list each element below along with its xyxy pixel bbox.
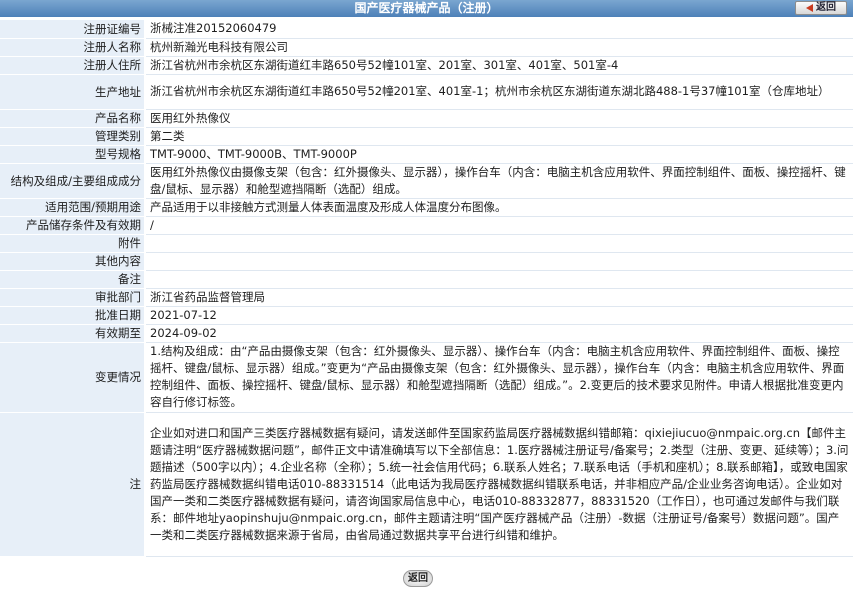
table-row: 结构及组成/主要组成成分 医用红外热像仪由摄像支架（包含：红外摄像头、显示器），…	[0, 163, 853, 199]
row-label: 备注	[0, 270, 146, 289]
back-button-top[interactable]: 返回	[795, 1, 847, 15]
table-row: 变更情况 1.结构及组成：由“产品由摄像支架（包含：红外摄像头、显示器）、操作台…	[0, 342, 853, 413]
back-button-label: 返回	[816, 2, 836, 13]
row-label: 注册人名称	[0, 38, 146, 57]
row-value: 第二类	[145, 127, 853, 146]
table-row: 备注	[0, 270, 853, 289]
row-value: 2021-07-12	[145, 306, 853, 325]
table-row: 其他内容	[0, 252, 853, 271]
row-value: /	[145, 216, 853, 235]
table-row: 型号规格 TMT-9000、TMT-9000B、TMT-9000P	[0, 145, 853, 164]
row-label: 有效期至	[0, 324, 146, 343]
table-row: 注 企业如对进口和国产三类医疗器械数据有疑问，请发送邮件至国家药监局医疗器械数据…	[0, 412, 853, 557]
table-row: 有效期至 2024-09-02	[0, 324, 853, 343]
row-label: 注册人住所	[0, 56, 146, 75]
row-label: 附件	[0, 234, 146, 253]
detail-table: 注册证编号 浙械注准20152060479 注册人名称 杭州新瀚光电科技有限公司…	[0, 20, 853, 557]
row-label: 管理类别	[0, 127, 146, 146]
row-value: 浙械注准20152060479	[145, 20, 853, 39]
row-label: 其他内容	[0, 252, 146, 271]
row-value: 浙江省药品监督管理局	[145, 288, 853, 307]
page-header: 国产医疗器械产品（注册） 返回	[0, 0, 853, 17]
row-value	[145, 234, 853, 253]
row-value	[145, 252, 853, 271]
table-row: 注册证编号 浙械注准20152060479	[0, 20, 853, 39]
table-row: 产品储存条件及有效期 /	[0, 216, 853, 235]
row-label: 生产地址	[0, 74, 146, 110]
row-value: 浙江省杭州市余杭区东湖街道红丰路650号52幢101室、201室、301室、40…	[145, 56, 853, 75]
table-row: 管理类别 第二类	[0, 127, 853, 146]
row-value: 企业如对进口和国产三类医疗器械数据有疑问，请发送邮件至国家药监局医疗器械数据纠错…	[145, 412, 853, 557]
table-row: 注册人住所 浙江省杭州市余杭区东湖街道红丰路650号52幢101室、201室、3…	[0, 56, 853, 75]
back-button-label: 返回	[408, 573, 428, 584]
table-row: 注册人名称 杭州新瀚光电科技有限公司	[0, 38, 853, 57]
row-value: 医用红外热像仪	[145, 109, 853, 128]
row-value: 浙江省杭州市余杭区东湖街道红丰路650号52幢201室、401室-1；杭州市余杭…	[145, 74, 853, 110]
back-arrow-icon	[806, 4, 813, 12]
row-label: 变更情况	[0, 342, 146, 413]
row-value: 杭州新瀚光电科技有限公司	[145, 38, 853, 57]
row-value	[145, 270, 853, 289]
row-value: 2024-09-02	[145, 324, 853, 343]
row-label: 适用范围/预期用途	[0, 198, 146, 217]
table-row: 批准日期 2021-07-12	[0, 306, 853, 325]
row-value: 医用红外热像仪由摄像支架（包含：红外摄像头、显示器），操作台车（内含：电脑主机含…	[145, 163, 853, 199]
row-value: 1.结构及组成：由“产品由摄像支架（包含：红外摄像头、显示器）、操作台车（内含：…	[145, 342, 853, 413]
row-label: 型号规格	[0, 145, 146, 164]
table-row: 审批部门 浙江省药品监督管理局	[0, 288, 853, 307]
row-label: 结构及组成/主要组成成分	[0, 163, 146, 199]
row-label: 产品储存条件及有效期	[0, 216, 146, 235]
page-title: 国产医疗器械产品（注册）	[354, 1, 499, 15]
row-label: 产品名称	[0, 109, 146, 128]
back-button-bottom[interactable]: 返回	[403, 570, 433, 587]
table-row: 附件	[0, 234, 853, 253]
row-label: 注册证编号	[0, 20, 146, 39]
row-label: 审批部门	[0, 288, 146, 307]
row-value: TMT-9000、TMT-9000B、TMT-9000P	[145, 145, 853, 164]
row-value: 产品适用于以非接触方式测量人体表面温度及形成人体温度分布图像。	[145, 198, 853, 217]
row-label: 批准日期	[0, 306, 146, 325]
table-row: 产品名称 医用红外热像仪	[0, 109, 853, 128]
row-label: 注	[0, 412, 146, 557]
table-row: 适用范围/预期用途 产品适用于以非接触方式测量人体表面温度及形成人体温度分布图像…	[0, 198, 853, 217]
table-row: 生产地址 浙江省杭州市余杭区东湖街道红丰路650号52幢201室、401室-1；…	[0, 74, 853, 110]
